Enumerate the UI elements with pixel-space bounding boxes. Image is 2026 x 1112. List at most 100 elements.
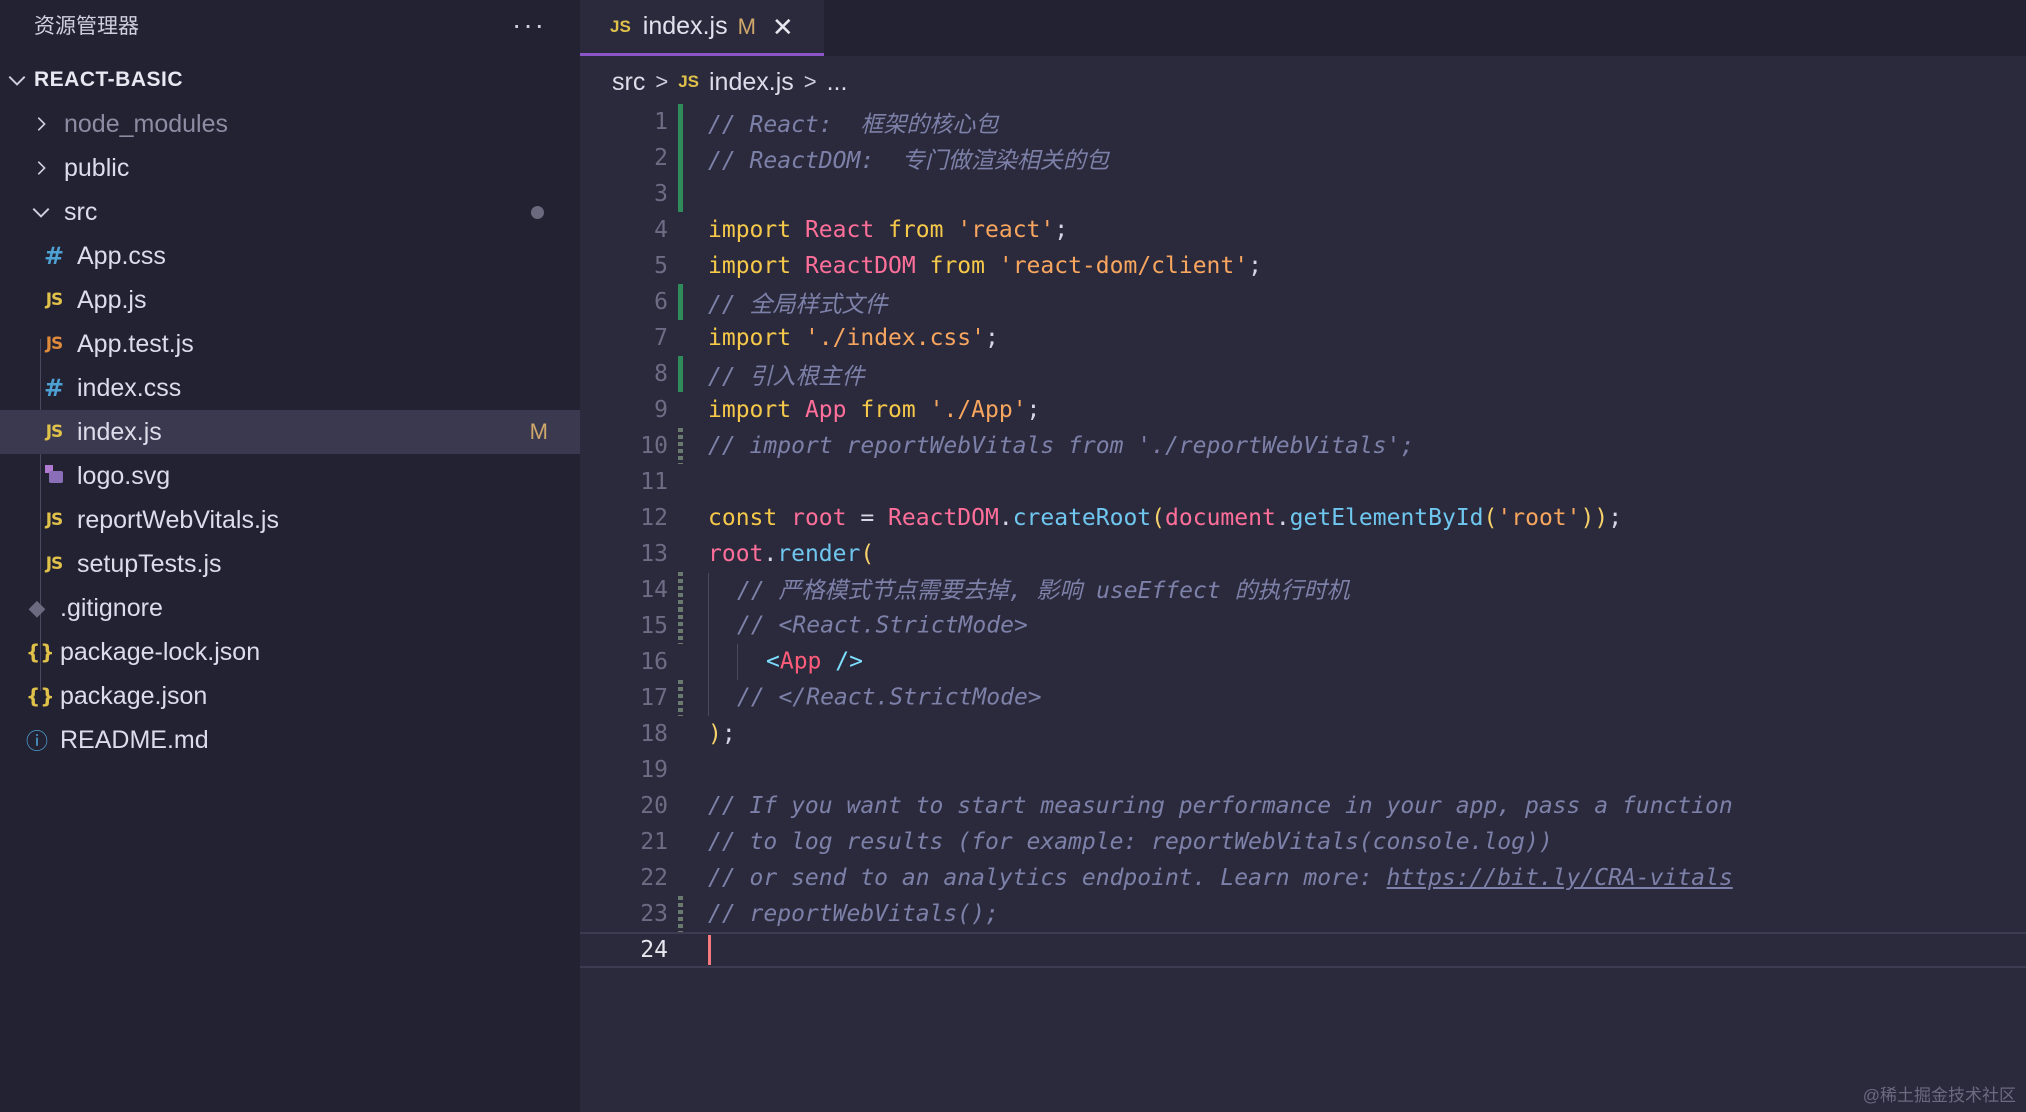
diff-gutter-marker [678,896,692,932]
tree-item-label: index.js [77,417,162,446]
code-line[interactable]: 16 <App /> [580,644,2026,680]
project-folder-header[interactable]: REACT-BASIC [0,58,580,102]
js-file-icon: JS [45,422,64,442]
code-text: import App from './App'; [692,397,1040,423]
code-token: './App' [929,397,1027,423]
code-line[interactable]: 19 [580,752,2026,788]
tree-file-index-css[interactable]: # index.css [0,366,580,410]
tree-folder-public[interactable]: public [0,146,580,190]
code-line[interactable]: 6 // 全局样式文件 [580,284,2026,320]
line-number: 12 [640,505,668,531]
line-number: 24 [640,937,668,963]
code-token: ReactDOM [804,253,916,279]
code-line[interactable]: 2 // ReactDOM: 专门做渲染相关的包 [580,140,2026,176]
code-line[interactable]: 13 root.render( [580,536,2026,572]
code-line[interactable]: 5 import ReactDOM from 'react-dom/client'… [580,248,2026,284]
tree-file-app-js[interactable]: JS App.js [0,278,580,322]
code-token: render [777,541,861,567]
code-line[interactable]: 3 [580,176,2026,212]
tree-file-setup-tests-js[interactable]: JS setupTests.js [0,542,580,586]
js-file-icon: JS [45,510,64,530]
line-number: 9 [654,397,668,423]
code-token: import [708,217,792,243]
tree-file-app-css[interactable]: # App.css [0,234,580,278]
tab-index-js[interactable]: JS index.js M ✕ [580,0,824,56]
text-cursor [708,935,711,965]
tree-folder-src[interactable]: src [0,190,580,234]
tree-file-package-lock-json[interactable]: {} package-lock.json [0,630,580,674]
code-token: from [929,253,985,279]
tree-item-label: reportWebVitals.js [77,505,279,534]
tree-file-logo-svg[interactable]: logo.svg [0,454,580,498]
code-line[interactable]: 11 [580,464,2026,500]
code-line[interactable]: 1 // React: 框架的核心包 [580,104,2026,140]
code-line[interactable]: 20 // If you want to start measuring perf… [580,788,2026,824]
close-icon[interactable]: ✕ [772,14,794,40]
code-token: ; [721,721,736,747]
code-line[interactable]: 9 import App from './App'; [580,392,2026,428]
code-line[interactable]: 10 // import reportWebVitals from './repo… [580,428,2026,464]
indent-guide [708,644,737,680]
code-line[interactable]: 7 import './index.css'; [580,320,2026,356]
chevron-right-icon: > [803,69,817,94]
code-text: // 全局样式文件 [692,285,888,319]
code-token: ( [1483,505,1498,531]
line-number: 8 [654,361,668,387]
tree-file-gitignore[interactable]: ◆ .gitignore [0,586,580,630]
code-token: root [791,505,847,531]
code-link[interactable]: https://bit.ly/CRA-vitals [1387,865,1733,891]
code-token: . [763,541,778,567]
line-number: 13 [640,541,668,567]
chevron-right-icon [37,161,46,175]
tree-item-label: logo.svg [77,461,171,490]
tree-file-index-js[interactable]: JS index.js M [0,410,580,454]
tree-file-package-json[interactable]: {} package.json [0,674,580,718]
more-actions-icon[interactable]: ··· [512,11,546,39]
diff-gutter-marker [678,428,692,464]
code-token: 'react' [957,217,1055,243]
line-number: 7 [654,325,668,351]
code-text: // or send to an analytics endpoint. Lea… [692,865,1733,891]
line-number: 20 [640,793,668,819]
code-text: // reportWebVitals(); [692,901,999,927]
code-editor[interactable]: 1 // React: 框架的核心包 2 // ReactDOM: 专门做渲染相关的包… [580,104,2026,968]
breadcrumb-folder[interactable]: src [612,68,645,97]
code-line[interactable]: 22 // or send to an analytics endpoint. L… [580,860,2026,896]
line-number: 14 [640,577,668,603]
code-line[interactable]: 17 // </React.StrictMode> [580,680,2026,716]
code-token: // </React.StrictMode> [737,684,1042,711]
js-file-icon: JS [610,16,631,36]
code-line[interactable]: 12 const root = ReactDOM.createRoot(docum… [580,500,2026,536]
code-token: // or send to an analytics endpoint. Lea… [708,865,1387,891]
breadcrumb-file[interactable]: index.js [709,68,794,97]
breadcrumb-symbols[interactable]: ... [827,68,848,97]
line-number: 3 [654,181,668,207]
code-token: ( [1151,505,1166,531]
tree-file-app-test-js[interactable]: JS App.test.js [0,322,580,366]
tree-file-readme-md[interactable]: ⓘ README.md [0,718,580,762]
code-line[interactable]: 18); [580,716,2026,752]
line-number: 15 [640,613,668,639]
code-token: . [1275,505,1290,531]
code-line[interactable]: 21 // to log results (for example: report… [580,824,2026,860]
diff-gutter-marker [678,716,692,752]
code-token: document [1165,505,1276,531]
code-token: // ReactDOM: 专门做渲染相关的包 [708,148,1109,174]
code-line[interactable]: 4 import React from 'react'; [580,212,2026,248]
code-token: // <React.StrictMode> [737,612,1028,639]
code-line[interactable]: 24 [580,932,2026,968]
code-line[interactable]: 23 // reportWebVitals(); [580,896,2026,932]
code-line[interactable]: 8 // 引入根主件 [580,356,2026,392]
code-line[interactable]: 14 // 严格模式节点需要去掉, 影响 useEffect 的执行时机 [580,572,2026,610]
code-line[interactable]: 15 // <React.StrictMode> [580,608,2026,644]
tree-file-report-web-vitals-js[interactable]: JS reportWebVitals.js [0,498,580,542]
diff-gutter-marker [678,572,692,608]
code-token: ; [1054,217,1069,243]
indent-guide [737,644,766,680]
tree-folder-node-modules[interactable]: node_modules [0,102,580,146]
